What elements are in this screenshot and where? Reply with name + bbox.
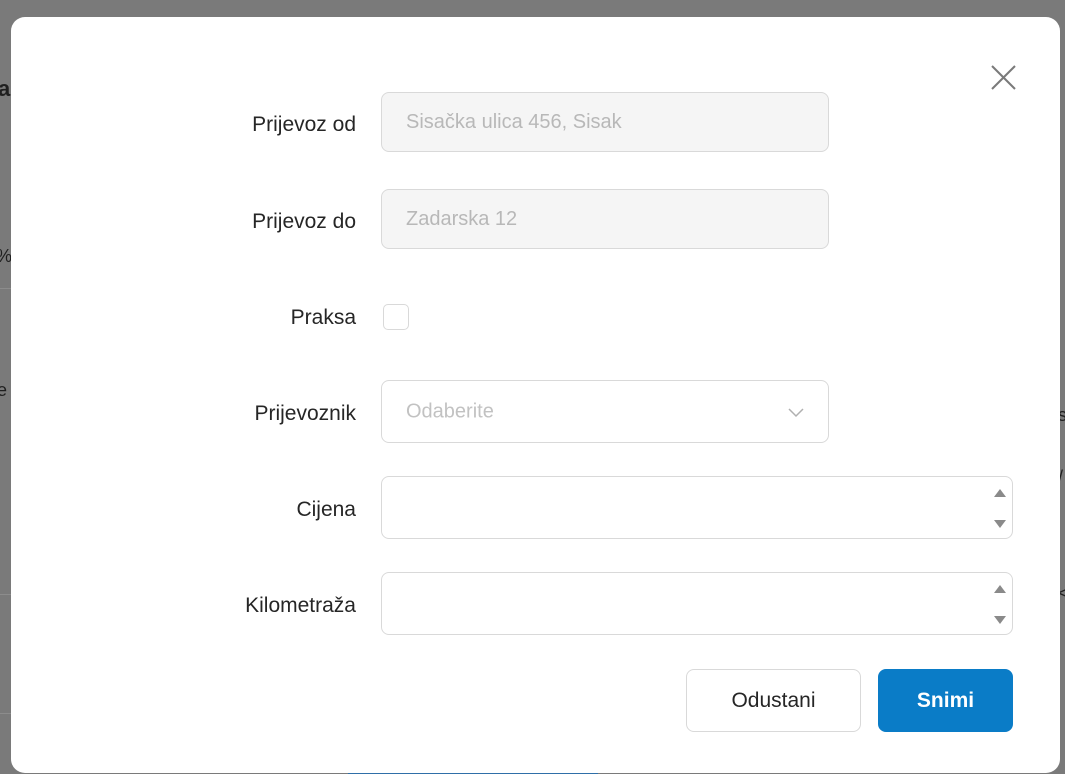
close-button[interactable]	[987, 61, 1021, 95]
spin-up-icon[interactable]	[992, 581, 1008, 597]
background-divider	[0, 713, 11, 714]
transport-to-input[interactable]	[381, 189, 829, 249]
transport-from-label: Prijevoz od	[252, 113, 356, 136]
spin-down-icon[interactable]	[992, 516, 1008, 532]
carrier-select-placeholder: Odaberite	[406, 400, 494, 422]
price-number-field	[381, 476, 1013, 539]
mileage-number-field	[381, 572, 1013, 635]
spin-up-icon[interactable]	[992, 485, 1008, 501]
practice-label: Praksa	[290, 306, 356, 329]
mileage-label: Kilometraža	[245, 594, 356, 617]
form-row-mileage: Kilometraža	[11, 572, 1060, 636]
form-row-carrier: Prijevoznik Odaberite	[11, 380, 1060, 444]
save-button[interactable]: Snimi	[878, 669, 1013, 732]
transport-modal: Prijevoz od Prijevoz do Praksa Prijevozn…	[11, 17, 1060, 773]
price-input[interactable]	[382, 477, 972, 538]
form-row-price: Cijena	[11, 476, 1060, 540]
spin-down-icon[interactable]	[992, 612, 1008, 628]
transport-from-input[interactable]	[381, 92, 829, 152]
form-row-practice: Praksa	[11, 302, 1060, 334]
practice-checkbox[interactable]	[383, 304, 409, 330]
background-fragment: e	[0, 380, 8, 400]
mileage-input[interactable]	[382, 573, 972, 634]
background-fragment: a	[0, 76, 11, 101]
close-icon[interactable]	[987, 61, 1021, 95]
background-divider	[0, 594, 11, 595]
carrier-label: Prijevoznik	[254, 402, 356, 425]
background-divider	[0, 288, 11, 289]
form-row-transport-from: Prijevoz od	[11, 92, 1060, 154]
price-label: Cijena	[296, 498, 356, 521]
transport-to-label: Prijevoz do	[252, 210, 356, 233]
cancel-button[interactable]: Odustani	[686, 669, 861, 732]
carrier-select[interactable]: Odaberite	[381, 380, 829, 443]
chevron-down-icon	[788, 408, 804, 418]
form-row-transport-to: Prijevoz do	[11, 189, 1060, 251]
